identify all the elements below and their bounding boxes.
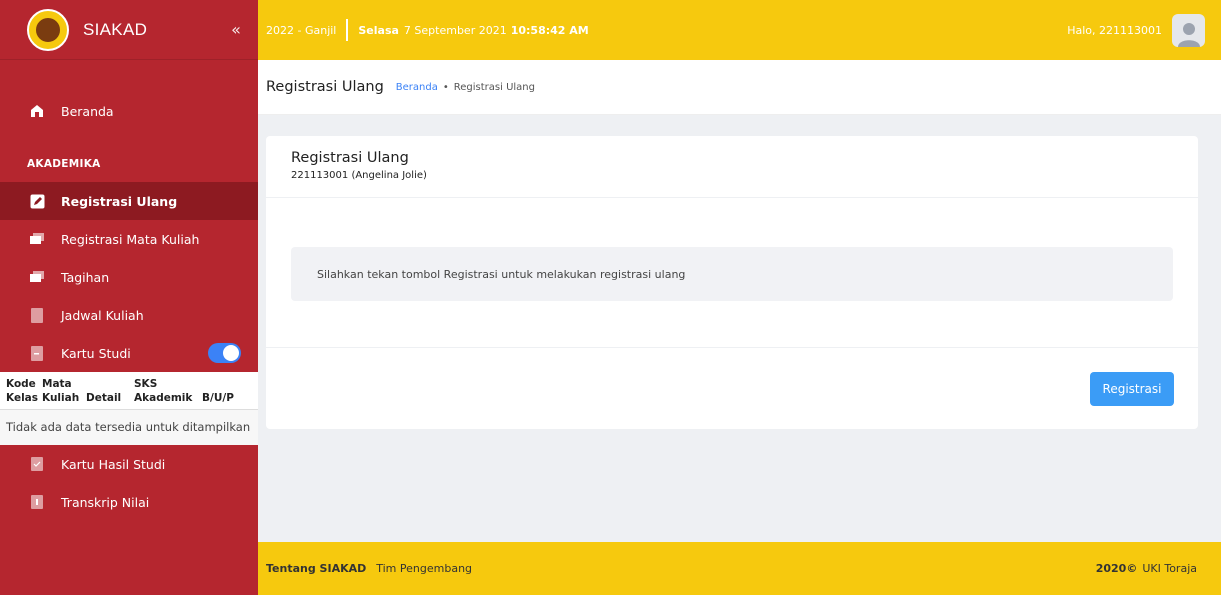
file-icon [29,307,45,323]
breadcrumb-current: Registrasi Ulang [453,81,535,93]
breadcrumb-separator: • [442,81,449,93]
student-id: 221113001 (Angelina Jolie) [291,170,427,181]
card-body: Silahkan tekan tombol Registrasi untuk m… [266,198,1198,348]
card-footer: Registrasi [266,348,1198,428]
day-name: Selasa [358,23,399,37]
sidebar-item-beranda[interactable]: Beranda [0,92,258,130]
double-chevron-left-icon[interactable]: « [226,20,246,39]
sidebar-item-label: Kartu Hasil Studi [61,456,166,472]
section-title-akademika: AKADEMIKA [27,158,101,170]
home-icon [29,103,45,119]
card-title: Registrasi Ulang [291,150,409,166]
page-title: Registrasi Ulang [266,79,384,95]
topbar: 2022 - Ganjil Selasa 7 September 2021 10… [258,0,1221,60]
sidebar-item-label: Registrasi Ulang [61,193,178,209]
check-file-icon [29,456,45,472]
registrasi-button[interactable]: Registrasi [1090,372,1174,406]
copyright-year: 2020© [1095,562,1138,575]
main-content: Registrasi Ulang 221113001 (Angelina Jol… [258,115,1221,542]
breadcrumb: Beranda • Registrasi Ulang [396,82,535,93]
divider [346,19,349,41]
sidebar-item-label: Beranda [61,103,114,119]
sidebar-item-registrasi-ulang[interactable]: Registrasi Ulang [0,182,258,220]
university-logo [27,8,69,51]
column-header[interactable]: B/U/P [202,377,238,405]
table-header: Kode Kelas Mata Kuliah Detail SKS Akadem… [0,372,258,410]
semester-label: 2022 - Ganjil [266,23,337,37]
edit-icon [29,193,45,209]
kartu-studi-toggle[interactable] [208,343,241,363]
chat-icon [29,231,45,247]
footer: Tentang SIAKAD Tim Pengembang 2020© UKI T… [258,542,1221,595]
footer-link-tentang[interactable]: Tentang SIAKAD [266,562,366,575]
sidebar-item-label: Transkrip Nilai [61,494,150,510]
brand-name: SIAKAD [83,19,148,39]
sidebar-item-kartu-studi[interactable]: Kartu Studi [0,334,258,372]
sidebar-item-label: Registrasi Mata Kuliah [61,231,200,247]
avatar[interactable] [1172,13,1205,47]
kartu-studi-table: Kode Kelas Mata Kuliah Detail SKS Akadem… [0,372,258,445]
column-header[interactable]: Kode Kelas [6,377,38,405]
sidebar: SIAKAD « Beranda AKADEMIKA Registrasi Ul… [0,0,258,595]
info-message: Silahkan tekan tombol Registrasi untuk m… [291,247,1173,301]
sidebar-item-label: Kartu Studi [61,345,131,361]
footer-link-tim[interactable]: Tim Pengembang [376,562,472,575]
sidebar-item-jadwal-kuliah[interactable]: Jadwal Kuliah [0,296,258,334]
chat-icon [29,269,45,285]
page-header: Registrasi Ulang Beranda • Registrasi Ulan… [258,60,1221,115]
clock-label: 10:58:42 AM [510,23,589,37]
sidebar-item-transkrip-nilai[interactable]: Transkrip Nilai [0,483,258,521]
breadcrumb-link-beranda[interactable]: Beranda [396,82,438,93]
sidebar-item-kartu-hasil-studi[interactable]: Kartu Hasil Studi [0,445,258,483]
date-label: 7 September 2021 [403,23,507,37]
copyright-org: UKI Toraja [1142,562,1197,575]
column-header[interactable]: Detail [86,377,126,405]
sidebar-item-label: Tagihan [61,269,110,285]
sidebar-item-tagihan[interactable]: Tagihan [0,258,258,296]
column-header[interactable]: Mata Kuliah [42,377,79,405]
registration-card: Registrasi Ulang 221113001 (Angelina Jol… [266,136,1198,429]
column-header[interactable]: SKS Akademik [134,377,194,405]
user-greeting: Halo, 221113001 [1067,23,1162,37]
brand: SIAKAD « [0,0,258,60]
file-icon [29,345,45,361]
table-empty-message: Tidak ada data tersedia untuk ditampilka… [0,410,258,445]
sidebar-item-label: Jadwal Kuliah [61,307,144,323]
sidebar-item-registrasi-mata-kuliah[interactable]: Registrasi Mata Kuliah [0,220,258,258]
file-icon [29,494,45,510]
user-menu[interactable]: Halo, 221113001 [1067,13,1205,47]
copyright: 2020© UKI Toraja [1096,562,1197,575]
card-header: Registrasi Ulang 221113001 (Angelina Jol… [266,136,1198,198]
